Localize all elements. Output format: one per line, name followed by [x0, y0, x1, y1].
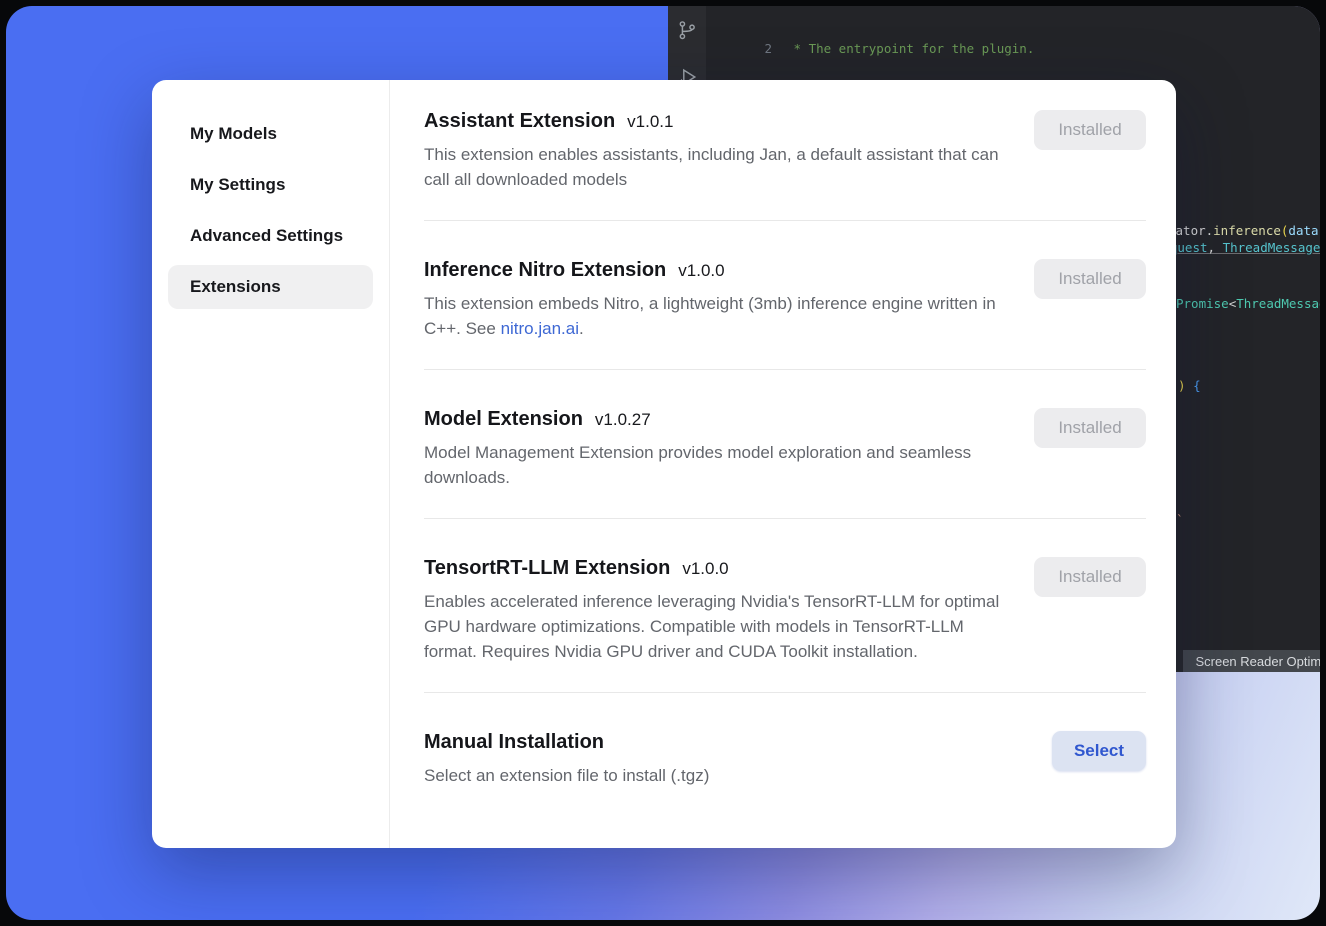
settings-sidebar: My Models My Settings Advanced Settings …: [152, 80, 390, 848]
nitro-jan-ai-link[interactable]: nitro.jan.ai: [501, 319, 579, 338]
extension-row-assistant: Assistant Extensionv1.0.1 This extension…: [424, 110, 1146, 221]
app-window: 2 * The entrypoint for the plugin. 3 */ …: [6, 6, 1320, 920]
extension-title: Model Extensionv1.0.27: [424, 408, 1012, 431]
installed-badge: Installed: [1034, 259, 1146, 299]
installed-badge: Installed: [1034, 408, 1146, 448]
source-control-icon[interactable]: [676, 18, 698, 42]
installed-badge: Installed: [1034, 110, 1146, 150]
code-fragment-promise: Promise<ThreadMessage>: [1176, 296, 1320, 311]
screen-reader-optimized-chip[interactable]: Screen Reader Optimize: [1183, 650, 1320, 672]
line-number: 2: [706, 41, 772, 58]
extension-description: This extension embeds Nitro, a lightweig…: [424, 291, 1012, 341]
code-fragment-inference: rator.inference(data));: [1168, 223, 1320, 238]
screenshot-canvas: 2 * The entrypoint for the plugin. 3 */ …: [0, 0, 1326, 926]
code-line: 2 * The entrypoint for the plugin.: [706, 41, 1320, 58]
extension-row-model: Model Extensionv1.0.27 Model Management …: [424, 408, 1146, 519]
extension-version: v1.0.0: [678, 261, 724, 280]
sidebar-item-my-settings[interactable]: My Settings: [168, 163, 373, 207]
extension-row-inference-nitro: Inference Nitro Extensionv1.0.0 This ext…: [424, 259, 1146, 370]
extensions-list: Assistant Extensionv1.0.1 This extension…: [390, 80, 1176, 848]
extension-version: v1.0.1: [627, 112, 673, 131]
extension-title: Assistant Extensionv1.0.1: [424, 110, 1012, 133]
extension-description: This extension enables assistants, inclu…: [424, 142, 1012, 192]
manual-installation-description: Select an extension file to install (.tg…: [424, 763, 709, 788]
extension-row-tensorrt-llm: TensortRT-LLM Extensionv1.0.0 Enables ac…: [424, 557, 1146, 693]
manual-installation-row: Manual Installation Select an extension …: [424, 731, 1146, 816]
extension-version: v1.0.27: [595, 410, 651, 429]
installed-badge: Installed: [1034, 557, 1146, 597]
sidebar-item-my-models[interactable]: My Models: [168, 112, 373, 156]
extension-version: v1.0.0: [682, 559, 728, 578]
sidebar-item-advanced-settings[interactable]: Advanced Settings: [168, 214, 373, 258]
select-file-button[interactable]: Select: [1052, 731, 1146, 771]
settings-modal: My Models My Settings Advanced Settings …: [152, 80, 1176, 848]
extension-title: Inference Nitro Extensionv1.0.0: [424, 259, 1012, 282]
extension-title: TensortRT-LLM Extensionv1.0.0: [424, 557, 1012, 580]
extension-description: Enables accelerated inference leveraging…: [424, 589, 1012, 664]
sidebar-item-extensions[interactable]: Extensions: [168, 265, 373, 309]
manual-installation-title: Manual Installation: [424, 731, 709, 754]
extension-description: Model Management Extension provides mode…: [424, 440, 1012, 490]
